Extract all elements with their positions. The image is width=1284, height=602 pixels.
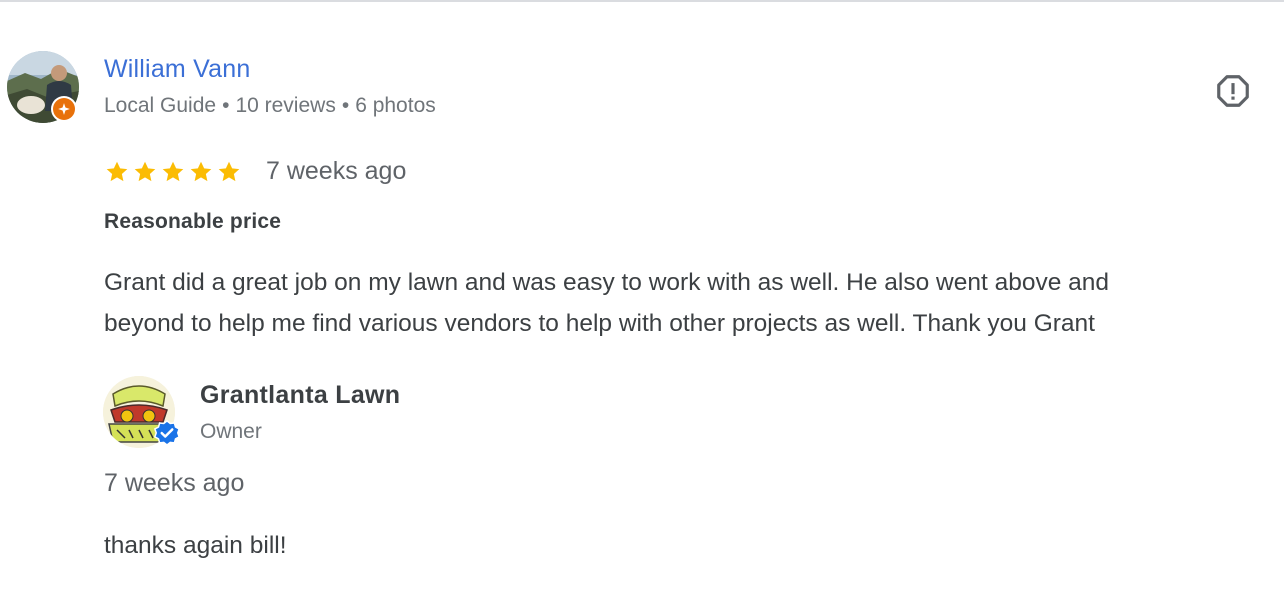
reviewer-meta: Local Guide • 10 reviews • 6 photos: [104, 94, 436, 118]
photo-count: 6 photos: [355, 94, 436, 117]
reviewer-name-link[interactable]: William Vann: [104, 55, 250, 84]
meta-separator: •: [222, 94, 230, 117]
review-count: 10 reviews: [235, 94, 336, 117]
star-icon: [218, 161, 240, 182]
star-icon: [106, 161, 128, 182]
review-time: 7 weeks ago: [266, 157, 407, 185]
local-guide-label: Local Guide: [104, 94, 217, 117]
owner-role: Owner: [200, 420, 262, 443]
star-icon: [134, 161, 156, 182]
report-button[interactable]: [1212, 70, 1254, 112]
review-card: William Vann Local Guide • 10 reviews • 6 ph…: [0, 0, 1284, 602]
meta-separator: •: [341, 94, 350, 117]
review-text-line: Grant did a great job on my lawn and was…: [104, 269, 1110, 296]
local-guide-badge-icon: [51, 96, 77, 122]
verified-badge-icon: [152, 419, 182, 449]
star-icon: [190, 161, 212, 182]
star-rating: [104, 159, 242, 185]
review-tag: Reasonable price: [104, 210, 282, 233]
star-icon: [162, 161, 184, 182]
reply-text: thanks again bill!: [104, 532, 287, 559]
owner-name: Grantlanta Lawn: [200, 381, 401, 409]
report-icon: [1217, 75, 1249, 107]
reply-time: 7 weeks ago: [104, 469, 245, 497]
review-text: Grant did a great job on my lawn and was…: [104, 262, 1282, 344]
review-text-line: beyond to help me find various vendors t…: [104, 310, 1095, 337]
